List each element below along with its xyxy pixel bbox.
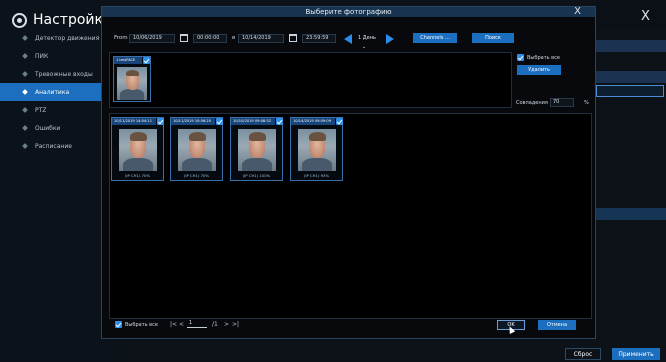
- background-row: [596, 40, 666, 52]
- last-page-icon[interactable]: >|: [232, 321, 239, 328]
- to-label: в: [232, 35, 236, 41]
- sidebar-item-label: ПИК: [35, 52, 49, 60]
- from-time-input[interactable]: 00:00:00: [193, 34, 227, 43]
- channels-button[interactable]: Channels ...: [413, 33, 457, 43]
- gear-icon: [12, 12, 27, 28]
- source-face-panel: 1.testFACE: [109, 52, 512, 108]
- sidebar-item-label: PTZ: [35, 106, 47, 114]
- background-header: [596, 0, 666, 30]
- sidebar-item-label: Ошибки: [35, 124, 61, 132]
- result-timestamp: 10/11/2019 14:04:11: [112, 118, 156, 125]
- result-card[interactable]: 10/10/2019 09:08:32 (IP CH1) 100%: [230, 117, 283, 181]
- page-number-input[interactable]: 1: [187, 320, 207, 328]
- apply-button[interactable]: Применить: [612, 348, 660, 360]
- period-select-value: 1 День: [358, 35, 376, 41]
- total-pages: /1: [212, 321, 218, 328]
- bullet-icon: [22, 71, 28, 77]
- source-face-checkbox[interactable]: [143, 57, 150, 64]
- result-caption: (IP CH1) 70%: [183, 173, 210, 178]
- close-icon[interactable]: X: [574, 6, 581, 17]
- sidebar-item-label: Детектор движения: [35, 34, 100, 42]
- select-all-label: Выбрать все: [527, 55, 560, 61]
- result-timestamp: 10/10/2019 09:08:32: [231, 118, 275, 125]
- sidebar-item-label: Аналитика: [35, 88, 70, 96]
- dialog-title: Выберите фотографию: [305, 8, 392, 16]
- background-row: [596, 208, 666, 220]
- period-select[interactable]: 1 День ⌄: [355, 34, 382, 50]
- face-photo: [238, 129, 276, 171]
- cancel-button[interactable]: Отмена: [538, 320, 576, 330]
- search-button[interactable]: Поиск: [472, 33, 514, 43]
- bullet-icon: [22, 125, 28, 131]
- face-photo: [119, 129, 157, 171]
- bullet-icon: [22, 35, 28, 41]
- select-photo-dialog: Выберите фотографию X From 10/06/2019 00…: [101, 6, 596, 339]
- result-card[interactable]: 10/14/2019 09:09:09 (IP CH1) 93%: [290, 117, 343, 181]
- bullet-icon: [22, 89, 28, 95]
- select-all-checkbox[interactable]: [517, 54, 524, 61]
- result-caption: (IP CH1) 70%: [124, 173, 151, 178]
- calendar-icon[interactable]: [289, 34, 297, 42]
- delete-button[interactable]: Удалить: [517, 65, 561, 75]
- background-close-icon[interactable]: X: [641, 9, 650, 24]
- app-root: Настройки Детектор движения ПИК Тревожны…: [0, 0, 666, 362]
- results-panel: 10/11/2019 14:04:11 (IP CH1) 70% 10/11/2…: [109, 113, 592, 319]
- result-card[interactable]: 10/11/2019 14:04:11 (IP CH1) 70%: [111, 117, 164, 181]
- result-timestamp: 10/11/2019 10:56:20: [171, 118, 215, 125]
- next-period-icon[interactable]: [386, 34, 394, 44]
- to-date-input[interactable]: 10/14/2019: [238, 34, 284, 43]
- result-checkbox[interactable]: [157, 118, 164, 125]
- calendar-icon[interactable]: [180, 34, 188, 42]
- face-photo: [178, 129, 216, 171]
- background-input[interactable]: [596, 85, 664, 97]
- footer-select-all-label: Выбрать все: [125, 322, 158, 328]
- match-unit: %: [584, 100, 589, 106]
- face-photo: [298, 129, 336, 171]
- face-photo: [117, 67, 147, 100]
- result-checkbox[interactable]: [336, 118, 343, 125]
- result-caption: (IP CH1) 93%: [303, 173, 330, 178]
- chevron-down-icon: ⌄: [362, 44, 367, 50]
- match-threshold-input[interactable]: 70: [550, 98, 574, 107]
- from-date-input[interactable]: 10/06/2019: [129, 34, 175, 43]
- previous-period-icon[interactable]: [344, 34, 352, 44]
- background-row: [596, 71, 666, 83]
- sidebar-item-label: Тревожные входы: [35, 70, 93, 78]
- result-timestamp: 10/14/2019 09:09:09: [291, 118, 335, 125]
- next-page-icon[interactable]: >: [224, 321, 229, 328]
- result-checkbox[interactable]: [276, 118, 283, 125]
- reset-button[interactable]: Сброс: [565, 348, 601, 360]
- from-label: From: [114, 35, 128, 41]
- bullet-icon: [22, 143, 28, 149]
- bullet-icon: [22, 53, 28, 59]
- footer-select-all-checkbox[interactable]: [115, 321, 122, 328]
- result-card[interactable]: 10/11/2019 10:56:20 (IP CH1) 70%: [170, 117, 223, 181]
- source-face-card[interactable]: 1.testFACE: [113, 56, 151, 102]
- bullet-icon: [22, 107, 28, 113]
- sidebar-item-label: Расписание: [35, 142, 72, 150]
- match-label: Совпадения: [516, 100, 548, 106]
- source-face-label: 1.testFACE: [114, 57, 142, 64]
- settings-title: Настройки: [12, 9, 112, 31]
- previous-page-icon[interactable]: <: [179, 321, 184, 328]
- result-caption: (IP CH1) 100%: [242, 173, 271, 178]
- to-time-input[interactable]: 23:59:59: [302, 34, 336, 43]
- first-page-icon[interactable]: |<: [170, 321, 177, 328]
- result-checkbox[interactable]: [216, 118, 223, 125]
